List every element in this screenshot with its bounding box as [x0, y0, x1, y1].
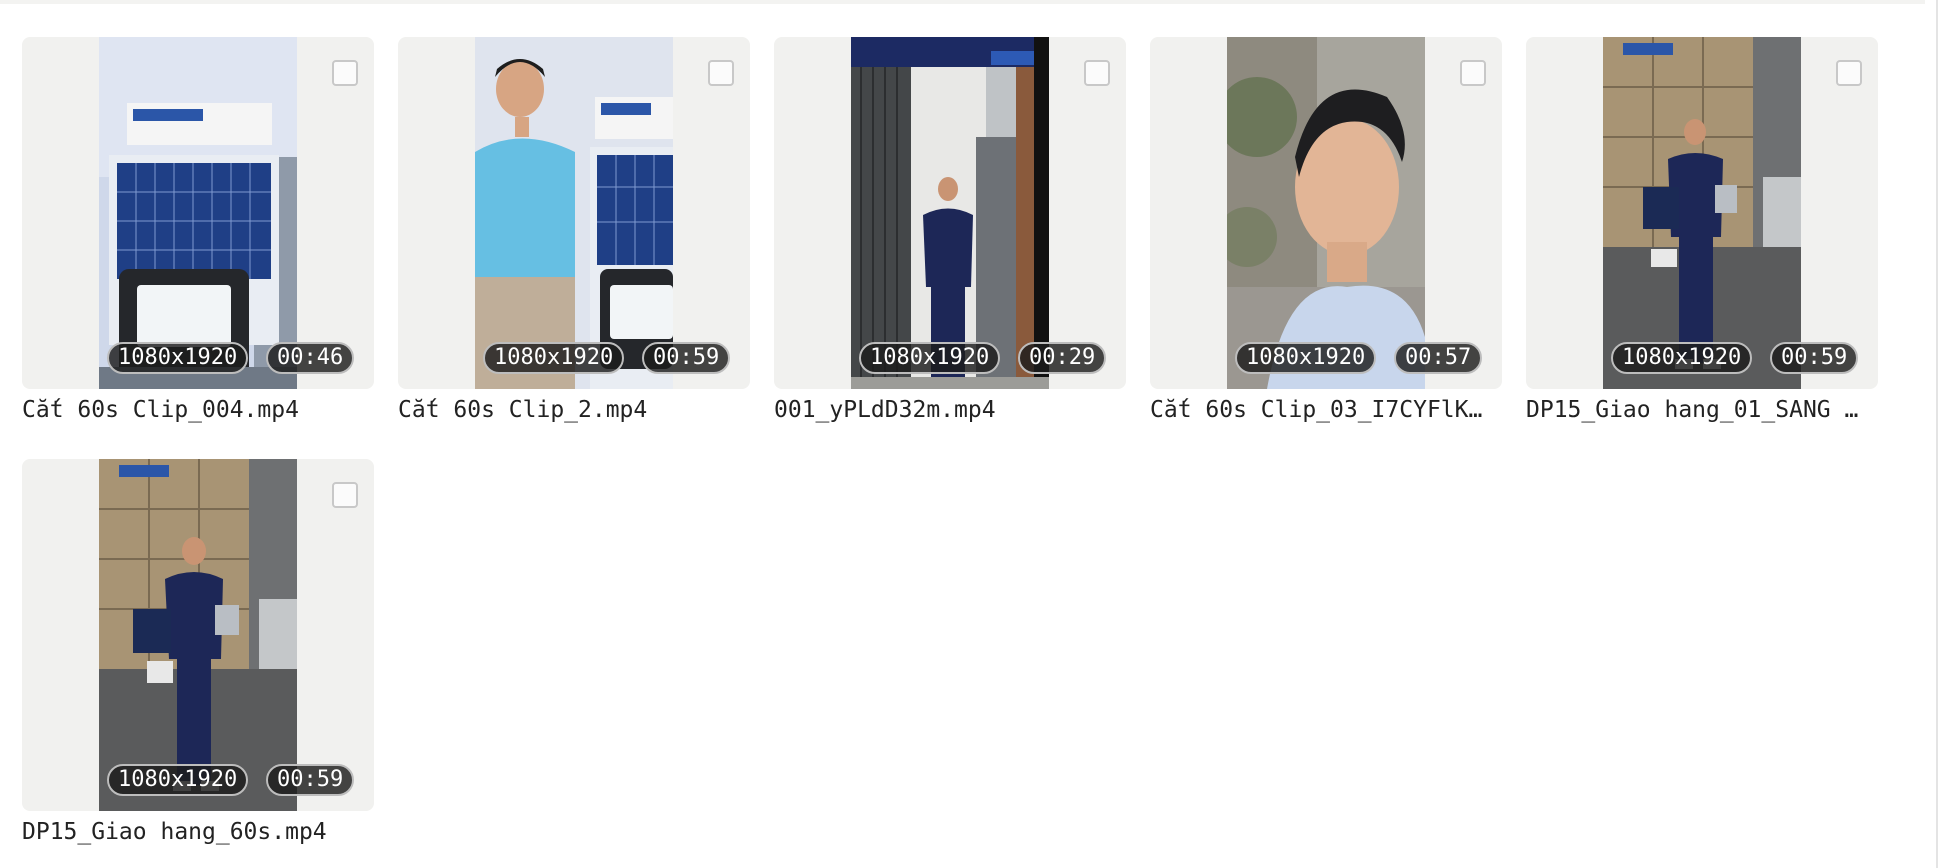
scrollbar[interactable]	[1936, 0, 1938, 868]
video-card[interactable]: 1080x1920 00:46 Cắt 60s Clip_004.mp4	[22, 37, 374, 427]
video-filename: DP15_Giao hang_60s.mp4	[22, 819, 327, 845]
video-card[interactable]: 1080x1920 00:59 DP15_Giao hang_60s.mp4	[22, 459, 374, 849]
video-filename: DP15_Giao hang_01_SANG …	[1526, 397, 1859, 423]
select-checkbox[interactable]	[332, 60, 358, 86]
select-checkbox[interactable]	[1460, 60, 1486, 86]
video-thumbnail[interactable]: 1080x1920 00:59	[22, 459, 374, 811]
thumbnail-image	[99, 459, 297, 811]
video-filename: 001_yPLdD32m.mp4	[774, 397, 996, 423]
video-card[interactable]: 1080x1920 00:29 001_yPLdD32m.mp4	[774, 37, 1126, 427]
resolution-badge: 1080x1920	[1235, 342, 1377, 374]
thumbnail-image	[851, 37, 1049, 389]
video-filename: Cắt 60s Clip_004.mp4	[22, 397, 299, 423]
thumbnail-image	[475, 37, 673, 389]
resolution-badge: 1080x1920	[107, 764, 249, 796]
duration-badge: 00:29	[1018, 342, 1107, 374]
resolution-badge: 1080x1920	[483, 342, 625, 374]
video-filename: Cắt 60s Clip_2.mp4	[398, 397, 648, 423]
select-checkbox[interactable]	[1836, 60, 1862, 86]
duration-badge: 00:59	[266, 764, 355, 796]
video-grid: 1080x1920 00:46 Cắt 60s Clip_004.mp4 108…	[22, 37, 1912, 849]
video-thumbnail[interactable]: 1080x1920 00:59	[1526, 37, 1878, 389]
video-card[interactable]: 1080x1920 00:59 DP15_Giao hang_01_SANG …	[1526, 37, 1878, 427]
video-card[interactable]: 1080x1920 00:59 Cắt 60s Clip_2.mp4	[398, 37, 750, 427]
top-divider	[0, 0, 1925, 4]
thumbnail-image	[99, 37, 297, 389]
duration-badge: 00:57	[1394, 342, 1483, 374]
video-thumbnail[interactable]: 1080x1920 00:46	[22, 37, 374, 389]
select-checkbox[interactable]	[1084, 60, 1110, 86]
resolution-badge: 1080x1920	[1611, 342, 1753, 374]
video-thumbnail[interactable]: 1080x1920 00:59	[398, 37, 750, 389]
video-thumbnail[interactable]: 1080x1920 00:29	[774, 37, 1126, 389]
thumbnail-image	[1603, 37, 1801, 389]
video-card[interactable]: 1080x1920 00:57 Cắt 60s Clip_03_I7CYFlK…	[1150, 37, 1502, 427]
duration-badge: 00:46	[266, 342, 355, 374]
video-thumbnail[interactable]: 1080x1920 00:57	[1150, 37, 1502, 389]
thumbnail-image	[1227, 37, 1425, 389]
resolution-badge: 1080x1920	[859, 342, 1001, 374]
duration-badge: 00:59	[642, 342, 731, 374]
video-filename: Cắt 60s Clip_03_I7CYFlK…	[1150, 397, 1483, 423]
select-checkbox[interactable]	[708, 60, 734, 86]
select-checkbox[interactable]	[332, 482, 358, 508]
resolution-badge: 1080x1920	[107, 342, 249, 374]
duration-badge: 00:59	[1770, 342, 1859, 374]
